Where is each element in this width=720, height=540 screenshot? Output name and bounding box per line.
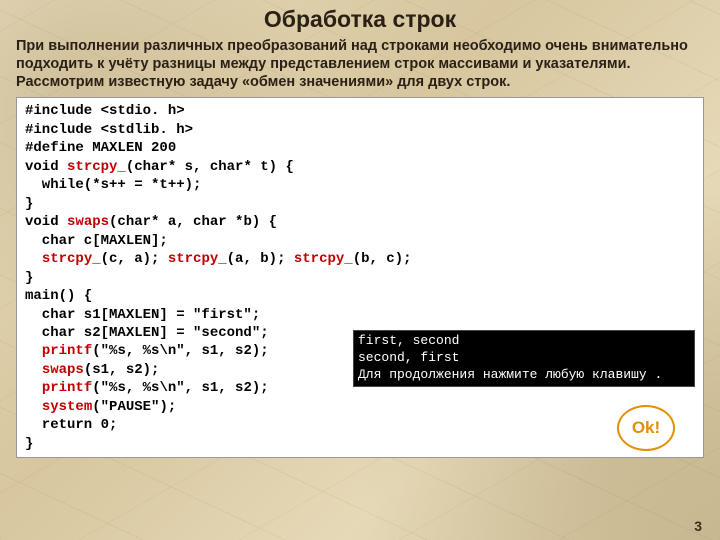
slide-title: Обработка строк <box>16 6 704 33</box>
intro-text: При выполнении различных преобразований … <box>16 37 704 91</box>
ok-label: Ok! <box>632 417 660 439</box>
console-line: first, second <box>358 333 690 350</box>
code-block: #include <stdio. h> #include <stdlib. h>… <box>16 97 704 458</box>
console-output: first, second second, first Для продолже… <box>353 330 695 387</box>
page-number: 3 <box>694 518 702 534</box>
ok-badge: Ok! <box>617 405 675 451</box>
console-line: second, first <box>358 350 690 367</box>
console-line: Для продолжения нажмите любую клавишу . <box>358 367 690 384</box>
